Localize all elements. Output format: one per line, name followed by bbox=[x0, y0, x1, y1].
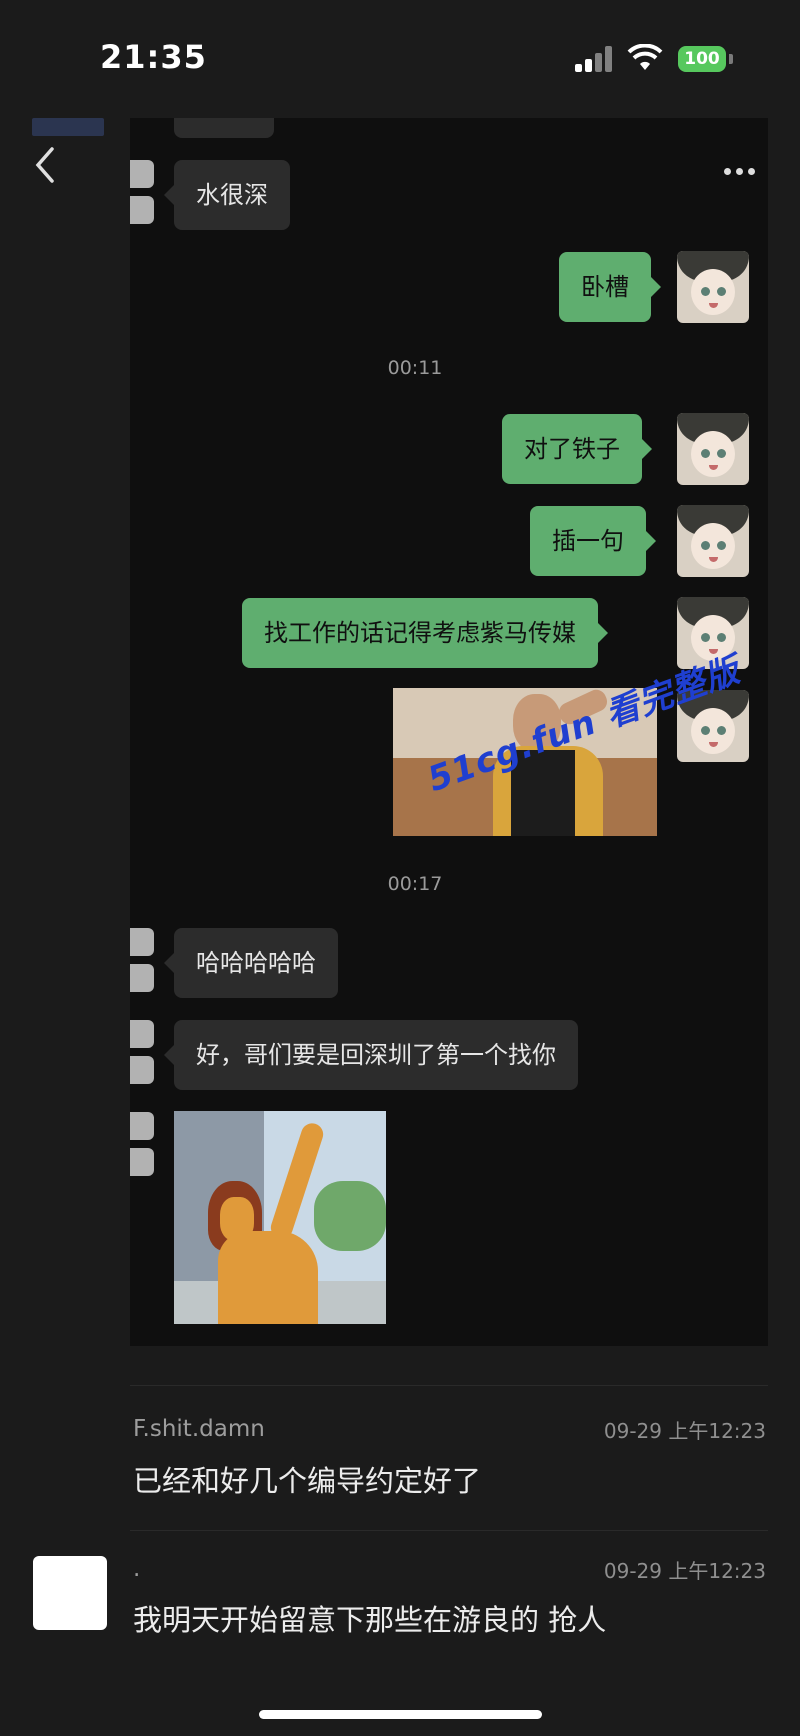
divider bbox=[130, 1385, 768, 1386]
comment-timestamp: 09-29 上午12:23 bbox=[603, 1559, 766, 1583]
outgoing-avatar bbox=[677, 413, 749, 485]
divider bbox=[130, 1530, 768, 1531]
incoming-avatar bbox=[130, 1020, 154, 1090]
battery-icon: 100 bbox=[678, 46, 726, 72]
outgoing-avatar bbox=[677, 505, 749, 577]
comment-avatar[interactable] bbox=[33, 1556, 107, 1630]
incoming-avatar bbox=[130, 1112, 154, 1182]
comment-username: F.shit.damn bbox=[133, 1416, 265, 1442]
comment-text: 我明天开始留意下那些在游良的 抢人 bbox=[133, 1603, 607, 1637]
status-bar: 21:35 100 bbox=[0, 0, 800, 110]
comment-text: 已经和好几个编导约定好了 bbox=[133, 1464, 482, 1498]
top-thumbnail bbox=[32, 118, 104, 136]
wifi-icon bbox=[627, 44, 663, 70]
battery-cap bbox=[729, 54, 733, 64]
incoming-avatar bbox=[130, 160, 154, 230]
more-dots-icon[interactable] bbox=[724, 160, 760, 179]
incoming-avatar bbox=[130, 928, 154, 998]
signal-icon bbox=[575, 46, 615, 72]
sticker-image[interactable] bbox=[174, 1111, 386, 1324]
outgoing-message: 卧槽 bbox=[559, 252, 661, 322]
message-timestamp: 00:17 bbox=[387, 873, 443, 895]
comment-timestamp: 09-29 上午12:23 bbox=[603, 1419, 766, 1443]
back-chevron-icon[interactable] bbox=[30, 145, 60, 185]
message-timestamp: 00:11 bbox=[387, 357, 443, 379]
incoming-message: 好，哥们要是回深圳了第一个找你 bbox=[164, 1020, 578, 1090]
home-indicator[interactable] bbox=[259, 1710, 542, 1719]
outgoing-message: 对了铁子 bbox=[502, 414, 652, 484]
message-bubble-partial bbox=[174, 118, 274, 138]
incoming-message: 水很深 bbox=[164, 160, 290, 230]
outgoing-message: 插一句 bbox=[530, 506, 656, 576]
comment-username: . bbox=[133, 1556, 141, 1582]
status-time: 21:35 bbox=[100, 38, 207, 76]
outgoing-message: 找工作的话记得考虑紫马传媒 bbox=[242, 598, 608, 668]
incoming-message: 哈哈哈哈哈 bbox=[164, 928, 338, 998]
outgoing-avatar bbox=[677, 251, 749, 323]
